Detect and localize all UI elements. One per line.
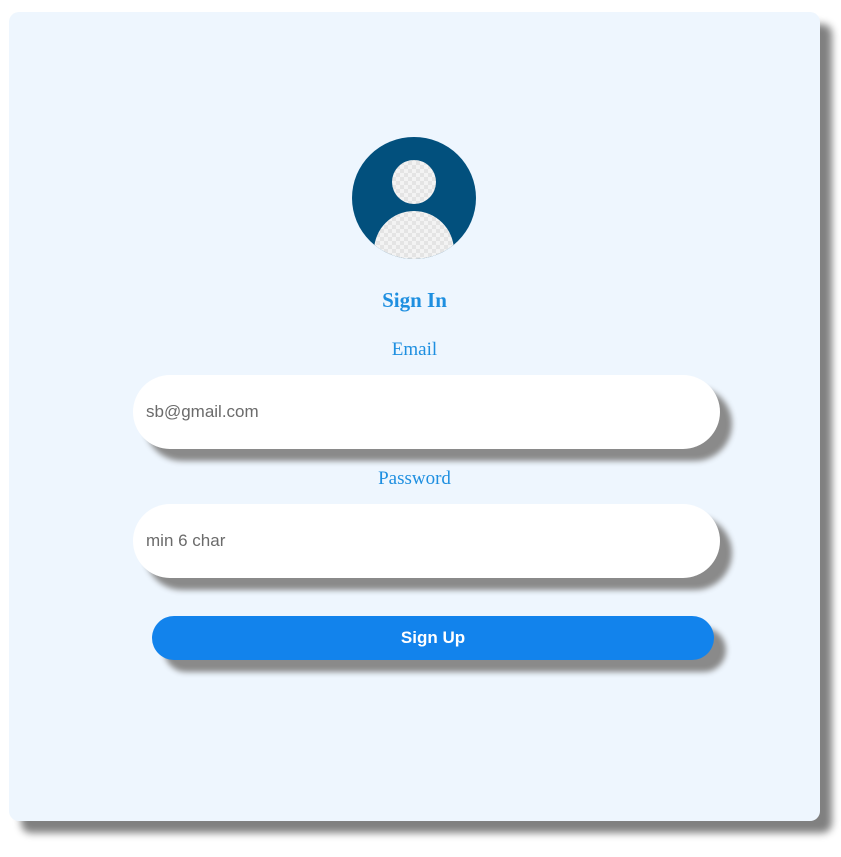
password-label: Password [378,468,451,489]
email-label: Email [391,339,438,360]
page-title: Sign In [382,288,447,312]
user-avatar-icon [352,137,476,259]
sign-up-button[interactable]: Sign Up [152,616,714,660]
password-field[interactable] [133,504,720,578]
email-field[interactable] [133,375,720,449]
sign-in-card: Sign In Email Password Sign Up [9,12,820,821]
